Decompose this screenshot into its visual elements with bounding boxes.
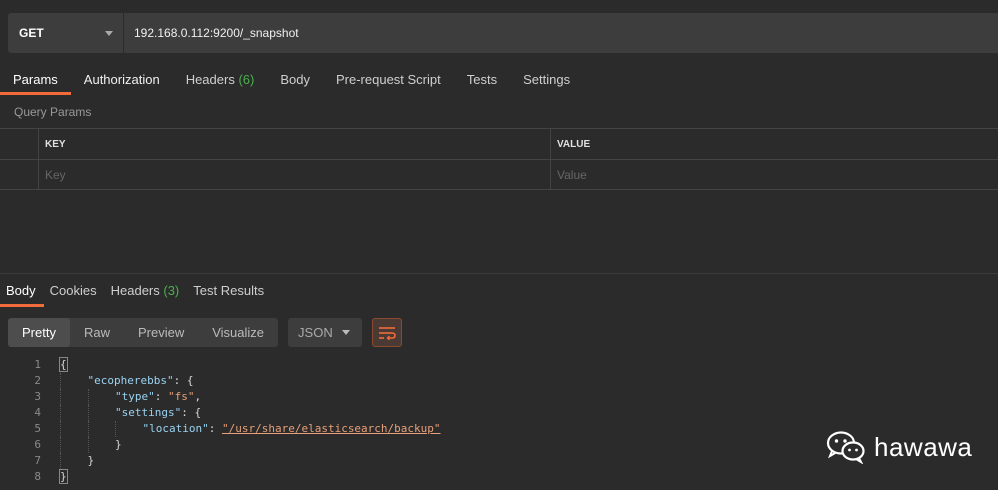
value-column-header: VALUE [557,138,591,150]
watermark: hawawa [826,430,972,464]
code-brace: } [59,469,68,484]
wrap-lines-button[interactable] [372,318,403,347]
line-number: 5 [34,422,41,435]
tab-label: Headers [185,72,235,87]
visualize-button[interactable]: Visualize [198,318,278,347]
wrap-lines-icon [379,326,396,340]
tab-response-body[interactable]: Body [0,279,44,307]
json-key: "settings" [115,406,182,419]
code-line: 3 "type": "fs", [0,389,441,405]
tab-body[interactable]: Body [267,64,323,95]
tab-label: Cookies [49,283,97,298]
view-mode-switch: Pretty Raw Preview Visualize [8,318,279,347]
line-number: 7 [34,454,41,467]
preview-button[interactable]: Preview [124,318,198,347]
code-line: 2 "ecopherebbs": { [0,373,441,389]
key-column-header: KEY [45,138,66,150]
line-number: 3 [34,390,41,403]
tab-label: Test Results [193,283,265,298]
tab-response-headers[interactable]: Headers (3) [105,279,188,307]
code-line: 6 } [0,437,441,453]
tab-settings[interactable]: Settings [510,64,583,95]
tab-label: Params [13,72,58,87]
table-row: Key Value [0,159,998,190]
value-placeholder: Value [557,167,587,182]
line-number: 6 [34,438,41,451]
json-key: "location" [142,422,209,435]
json-string: "/usr/share/elasticsearch/backup" [221,422,441,435]
json-punct: : { [173,374,194,387]
tab-label: Body [280,72,310,87]
wechat-icon [826,431,865,464]
table-header-row: KEY VALUE [0,128,998,159]
raw-button[interactable]: Raw [70,318,124,347]
headers-count-badge: (6) [238,72,255,87]
row-handle [0,160,39,189]
json-punct: : [208,422,222,435]
tab-tests[interactable]: Tests [454,64,510,95]
pretty-button[interactable]: Pretty [8,318,70,347]
json-punct: , [194,390,202,403]
code-line: 7 } [0,453,441,469]
json-key: "ecopherebbs" [87,374,174,387]
key-input[interactable]: Key [39,160,551,189]
url-input[interactable]: 192.168.0.112:9200/_snapshot [124,13,998,53]
watermark-text: hawawa [874,431,973,462]
tab-pre-request-script[interactable]: Pre-request Script [323,64,454,95]
format-label: JSON [298,325,333,340]
method-select[interactable]: GET [8,13,123,53]
query-params-title: Query Params [14,105,92,119]
code-brace: } [87,454,95,467]
line-number: 2 [34,374,41,387]
json-punct: : [154,390,168,403]
tab-test-results[interactable]: Test Results [187,279,272,307]
code-line: 8 } [0,469,441,485]
format-select[interactable]: JSON [288,318,363,347]
value-input[interactable]: Value [551,160,998,189]
tab-cookies[interactable]: Cookies [44,279,105,307]
line-number: 4 [34,406,41,419]
line-number: 1 [34,358,41,371]
json-key: "type" [115,390,155,403]
chevron-down-icon [342,330,351,335]
tab-label: Headers [110,283,160,298]
code-line: 1 { [0,357,441,373]
tab-label: Authorization [83,72,160,87]
headers-count-badge: (3) [163,283,180,298]
tab-label: Settings [523,72,571,87]
query-params-table: KEY VALUE Key Value [0,128,998,190]
code-line: 5 "location": "/usr/share/elasticsearch/… [0,421,441,437]
response-body-code[interactable]: 1 { 2 "ecopherebbs": { 3 "type": "fs", 4… [0,357,441,485]
tab-headers[interactable]: Headers (6) [173,64,268,95]
code-brace: } [115,438,122,451]
pane-divider[interactable] [0,273,998,274]
json-punct: : { [181,406,202,419]
tab-label: Body [6,283,36,298]
key-placeholder: Key [45,167,66,182]
tab-authorization[interactable]: Authorization [71,64,173,95]
method-label: GET [19,26,44,40]
request-url-bar: GET 192.168.0.112:9200/_snapshot [8,13,998,53]
tab-label: Pre-request Script [335,72,441,87]
code-line: 4 "settings": { [0,405,441,421]
code-brace: { [59,357,68,372]
url-text: 192.168.0.112:9200/_snapshot [134,26,299,40]
tab-params[interactable]: Params [0,64,71,95]
tab-label: Tests [466,72,498,87]
request-tabs: Params Authorization Headers (6) Body Pr… [0,64,583,95]
line-number: 8 [34,470,41,483]
chevron-down-icon [105,30,113,36]
row-handle [0,129,39,159]
response-tabs: Body Cookies Headers (3) Test Results [0,279,272,307]
response-view-toolbar: Pretty Raw Preview Visualize JSON [8,318,403,347]
json-string: "fs" [168,390,195,403]
